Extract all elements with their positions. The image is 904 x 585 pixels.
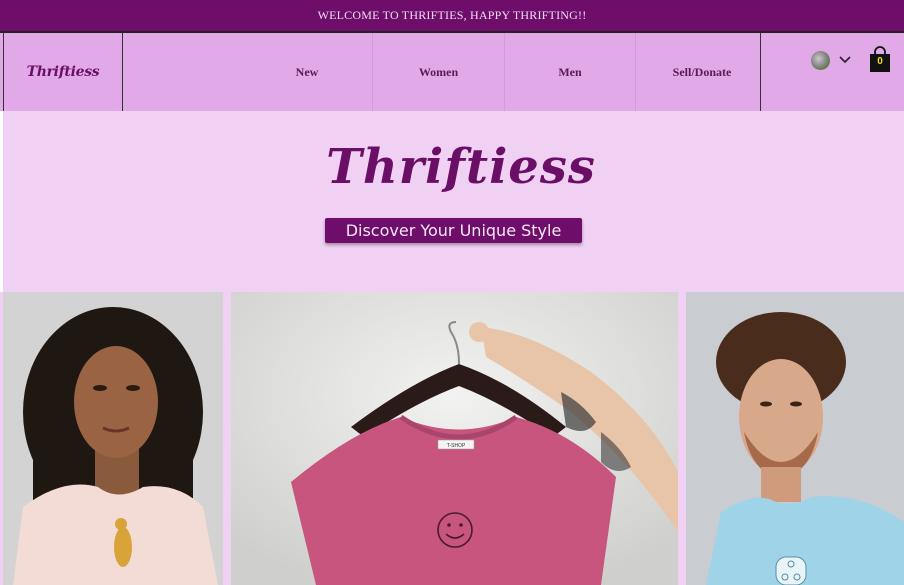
brand-name: Thriftiess [26,64,100,80]
nav-item-men[interactable]: Men [505,33,635,111]
nav-item-label: Men [558,64,582,79]
cart-button[interactable]: 0 [869,46,891,74]
announcement-text: WELCOME TO THRIFTIES, HAPPY THRIFTING!! [317,8,587,22]
product-photo-men[interactable] [686,292,904,585]
nav-item-new[interactable]: New [242,33,372,111]
gallery-gutter [223,292,231,585]
pink-tshirt-image: T-SHOP [231,292,678,585]
brand-logo[interactable]: Thriftiess [3,33,123,111]
announcement-bar: WELCOME TO THRIFTIES, HAPPY THRIFTING!! [0,0,904,31]
nav-item-women[interactable]: Women [373,33,504,111]
man-model-image [686,292,904,585]
discover-style-button[interactable]: Discover Your Unique Style [325,218,582,243]
product-photo-featured[interactable]: T-SHOP [231,292,678,585]
header-divider [760,33,761,111]
chevron-down-icon[interactable] [838,53,852,67]
gallery-gutter [678,292,686,585]
nav-item-label: Women [418,64,459,79]
hero-banner: Thriftiess Discover Your Unique Style [3,111,904,292]
nav-item-sell-donate[interactable]: Sell/Donate [636,33,768,111]
nav-item-label: New [295,64,319,79]
product-photo-women[interactable] [3,292,223,585]
nav-item-label: Sell/Donate [672,64,732,79]
site-header: Thriftiess New Women Men Sell/Donate 0 [0,31,904,111]
user-avatar[interactable] [811,51,830,70]
cart-count: 0 [877,56,883,67]
woman-model-image [3,292,223,585]
hero-title: Thriftiess [326,139,596,195]
shirt-tag-text: T-SHOP [447,443,466,449]
